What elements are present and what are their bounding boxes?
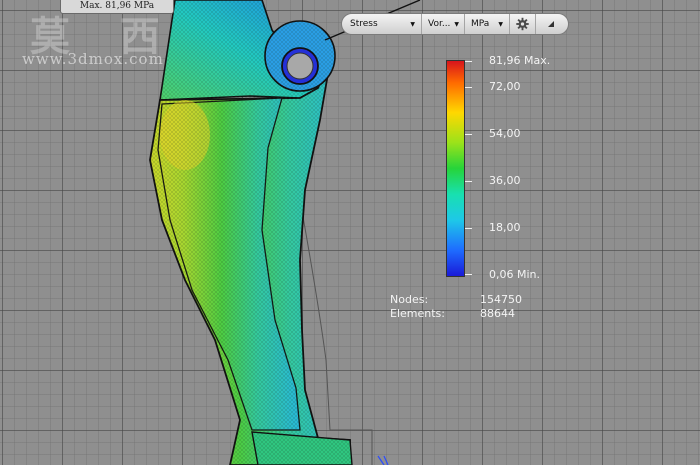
triangle-corner-icon xyxy=(548,21,554,27)
legend-tick-mark xyxy=(465,181,472,182)
settings-button[interactable] xyxy=(510,14,536,34)
nodes-value: 154750 xyxy=(480,293,522,306)
chevron-down-icon: ▼ xyxy=(454,20,460,28)
result-type-dropdown[interactable]: Stress ▼ xyxy=(342,14,422,34)
legend-tick-label: 54,00 xyxy=(489,127,521,140)
stress-color-legend-bar xyxy=(446,60,465,277)
gear-icon xyxy=(516,17,529,31)
pin-hole-boss xyxy=(264,20,336,92)
nodes-label: Nodes: xyxy=(390,293,429,306)
chevron-down-icon: ▼ xyxy=(410,20,415,28)
chevron-down-icon: ▼ xyxy=(498,20,503,28)
legend-tick-label: 36,00 xyxy=(489,174,521,187)
component-dropdown[interactable]: Vor... ▼ xyxy=(422,14,465,34)
fea-stress-model[interactable] xyxy=(0,0,700,465)
legend-max-label: 81,96 Max. xyxy=(489,54,551,67)
legend-tick-label: 72,00 xyxy=(489,80,521,93)
elements-value: 88644 xyxy=(480,307,515,320)
result-type-label: Stress xyxy=(350,19,378,29)
legend-tick-label: 18,00 xyxy=(489,221,521,234)
legend-tick-mark xyxy=(465,61,472,62)
unit-dropdown[interactable]: MPa ▼ xyxy=(465,14,510,34)
component-label: Vor... xyxy=(428,19,451,29)
result-display-toolbar: Stress ▼ Vor... ▼ MPa ▼ xyxy=(341,13,569,35)
legend-tick-mark xyxy=(465,134,472,135)
triad-marker xyxy=(377,455,389,465)
legend-min-label: 0,06 Min. xyxy=(489,268,541,281)
legend-tick-mark xyxy=(465,228,472,229)
expand-toolbar-button[interactable] xyxy=(536,14,566,34)
unit-label: MPa xyxy=(471,19,490,29)
legend-tick-mark xyxy=(465,274,472,275)
elements-label: Elements: xyxy=(390,307,445,320)
legend-tick-mark xyxy=(465,87,472,88)
max-stress-probe-tag: Max. 81,96 MPa xyxy=(60,0,174,14)
